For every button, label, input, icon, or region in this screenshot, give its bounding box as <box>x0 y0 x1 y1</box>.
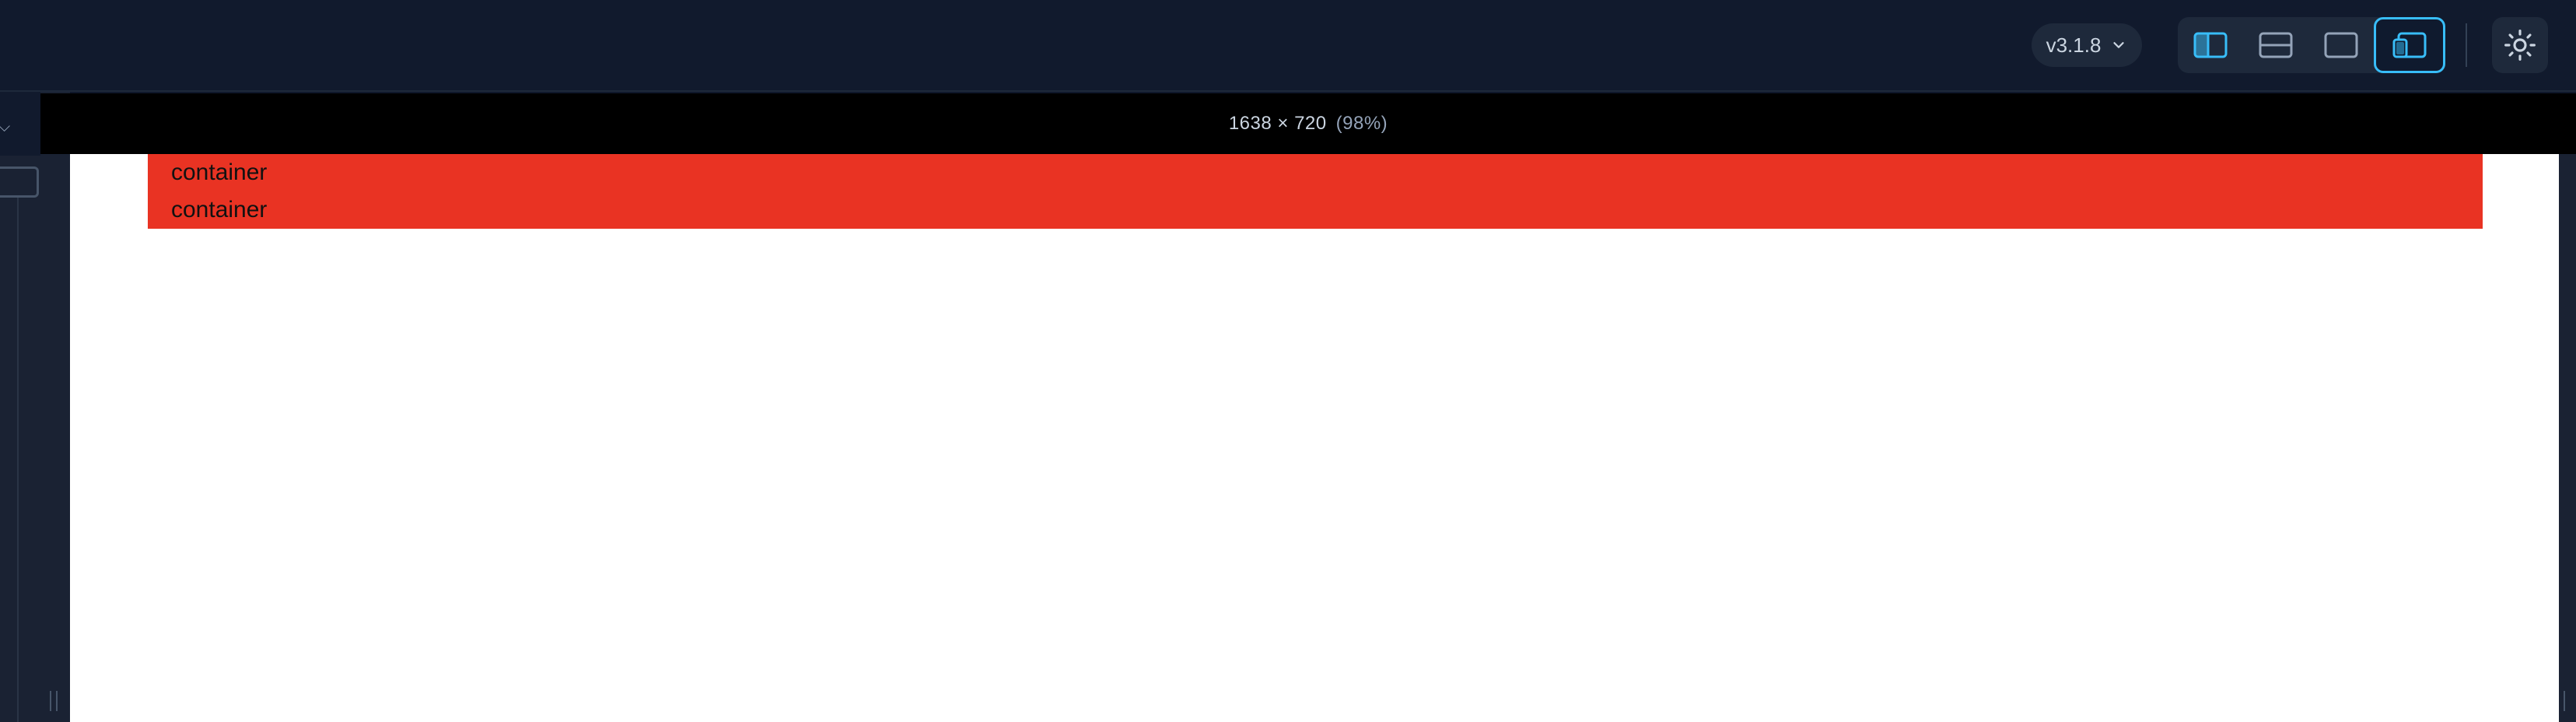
chevron-down-icon[interactable]: ⌵ <box>0 118 10 136</box>
layout-switcher <box>2178 17 2445 73</box>
layout-split-vertical-button[interactable] <box>2178 17 2243 73</box>
container-box: container <box>148 191 2483 229</box>
preview-zoom: (98%) <box>1335 113 1388 134</box>
version-label: v3.1.8 <box>2046 33 2102 57</box>
layout-responsive-button[interactable] <box>2374 17 2445 73</box>
layout-preview-only-button[interactable] <box>2308 17 2374 73</box>
layout-split-vertical-icon <box>2193 32 2228 58</box>
top-toolbar: v3.1.8 <box>0 0 2576 92</box>
version-selector-button[interactable]: v3.1.8 <box>2032 23 2142 67</box>
preview-size-indicator: 1638 × 720 (98%) <box>40 93 2576 154</box>
preview-frame[interactable]: container container <box>70 154 2559 722</box>
preview-dimensions: 1638 × 720 <box>1228 113 1327 134</box>
preview-resize-handle[interactable] <box>2564 691 2568 711</box>
container-label: container <box>171 197 268 223</box>
chevron-down-icon <box>2113 42 2125 48</box>
layout-responsive-icon <box>2392 32 2427 58</box>
preview-right-gutter <box>2559 154 2576 722</box>
container-box: container <box>148 154 2483 191</box>
sun-icon <box>2504 30 2536 61</box>
editor-panel-edge: ⌵ <box>0 92 70 722</box>
panel-resize-handle[interactable] <box>50 691 58 711</box>
editor-gutter-line <box>17 198 19 722</box>
editor-tab-area: ⌵ <box>0 92 40 156</box>
layout-split-horizontal-icon <box>2259 32 2293 58</box>
layout-split-horizontal-button[interactable] <box>2243 17 2308 73</box>
layout-preview-only-icon <box>2324 32 2358 58</box>
editor-input-edge[interactable] <box>0 166 39 198</box>
container-label: container <box>171 159 268 185</box>
toolbar-divider <box>2466 23 2467 67</box>
theme-toggle-button[interactable] <box>2492 17 2548 73</box>
